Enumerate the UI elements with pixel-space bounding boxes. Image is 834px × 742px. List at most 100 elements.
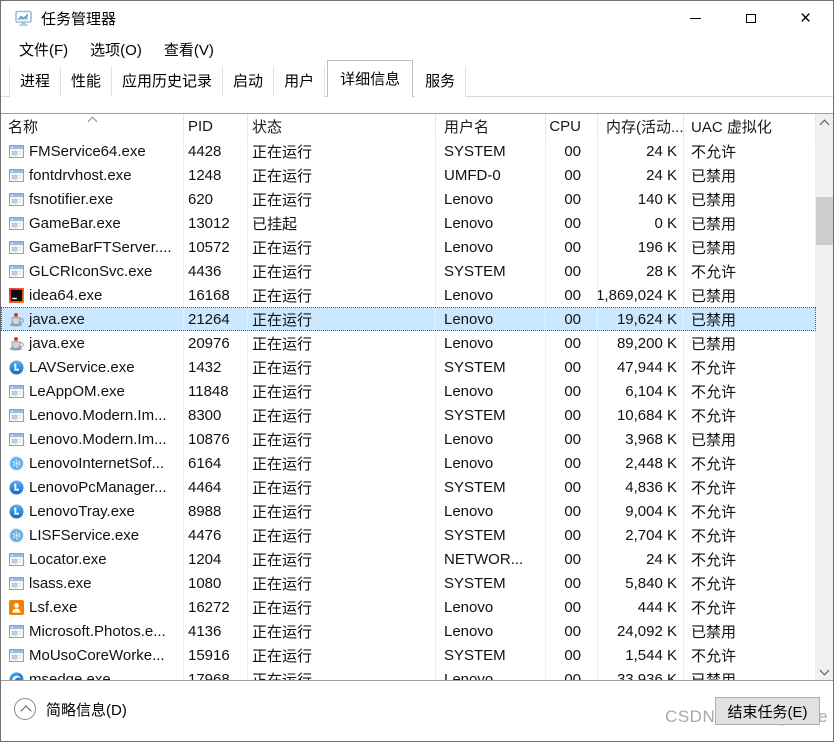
cell-cpu: 00 <box>546 619 598 643</box>
column-header-cpu[interactable]: CPU <box>546 114 598 139</box>
cell-status: 正在运行 <box>248 571 436 595</box>
cell-mem: 33,936 K <box>598 667 684 681</box>
cell-uac: 已禁用 <box>684 619 816 643</box>
cell-status: 正在运行 <box>248 595 436 619</box>
tab-3[interactable]: 启动 <box>223 66 274 97</box>
cell-mem: 444 K <box>598 595 684 619</box>
tab-0[interactable]: 进程 <box>9 66 61 97</box>
cell-cpu: 00 <box>546 283 598 307</box>
table-row[interactable]: Locator.exe1204正在运行NETWOR...0024 K不允许 <box>1 547 816 571</box>
table-row[interactable]: Lenovo.Modern.Im...8300正在运行SYSTEM0010,68… <box>1 403 816 427</box>
menu-item-2[interactable]: 查看(V) <box>156 36 222 63</box>
lenovo-l-icon <box>8 480 24 495</box>
table-row[interactable]: LISFService.exe4476正在运行SYSTEM002,704 K不允… <box>1 523 816 547</box>
cell-name: FMService64.exe <box>1 139 184 163</box>
cell-name: java.exe <box>1 331 184 355</box>
app-window-icon <box>8 217 24 230</box>
close-button[interactable]: × <box>778 1 833 35</box>
table-body: FMService64.exe4428正在运行SYSTEM0024 K不允许fo… <box>1 139 833 681</box>
cell-cpu: 00 <box>546 595 598 619</box>
cell-cpu: 00 <box>546 571 598 595</box>
cell-mem: 24 K <box>598 163 684 187</box>
scrollbar-thumb[interactable] <box>816 197 833 245</box>
table-row[interactable]: LenovoPcManager...4464正在运行SYSTEM004,836 … <box>1 475 816 499</box>
table-row[interactable]: fontdrvhost.exe1248正在运行UMFD-00024 K已禁用 <box>1 163 816 187</box>
table-row[interactable]: LenovoInternetSof...6164正在运行Lenovo002,44… <box>1 451 816 475</box>
table-row[interactable]: Lsf.exe16272正在运行Lenovo00444 K不允许 <box>1 595 816 619</box>
cell-mem: 19,624 K <box>598 307 684 331</box>
app-window-icon <box>8 409 24 422</box>
task-manager-icon <box>15 10 32 27</box>
table-row[interactable]: java.exe20976正在运行Lenovo0089,200 K已禁用 <box>1 331 816 355</box>
cell-cpu: 00 <box>546 667 598 681</box>
tab-6[interactable]: 服务 <box>415 66 466 97</box>
process-name: LISFService.exe <box>29 527 139 544</box>
column-header-pid[interactable]: PID <box>184 114 248 139</box>
table-row[interactable]: fsnotifier.exe620正在运行Lenovo00140 K已禁用 <box>1 187 816 211</box>
scroll-up-icon[interactable] <box>816 114 833 131</box>
cell-uac: 不允许 <box>684 403 816 427</box>
cell-user: Lenovo <box>436 427 546 451</box>
cell-pid: 8988 <box>184 499 248 523</box>
process-name: idea64.exe <box>29 287 102 304</box>
menu-item-0[interactable]: 文件(F) <box>11 36 76 63</box>
table-row[interactable]: idea64.exe16168正在运行Lenovo001,869,024 K已禁… <box>1 283 816 307</box>
cell-name: msedge.exe <box>1 667 184 681</box>
cell-pid: 16168 <box>184 283 248 307</box>
maximize-icon <box>746 14 756 23</box>
table-row[interactable]: LAVService.exe1432正在运行SYSTEM0047,944 K不允… <box>1 355 816 379</box>
cell-user: Lenovo <box>436 619 546 643</box>
column-header-mem[interactable]: 内存(活动... <box>598 114 684 139</box>
fewer-details-toggle[interactable]: 简略信息(D) <box>14 698 127 720</box>
cell-status: 正在运行 <box>248 139 436 163</box>
table-row-selected[interactable]: java.exe21264正在运行Lenovo0019,624 K已禁用 <box>1 307 816 331</box>
cell-mem: 47,944 K <box>598 355 684 379</box>
cell-cpu: 00 <box>546 403 598 427</box>
table-row[interactable]: Microsoft.Photos.e...4136正在运行Lenovo0024,… <box>1 619 816 643</box>
cell-uac: 不允许 <box>684 451 816 475</box>
cell-user: Lenovo <box>436 211 546 235</box>
table-row[interactable]: MoUsoCoreWorke...15916正在运行SYSTEM001,544 … <box>1 643 816 667</box>
cell-pid: 4436 <box>184 259 248 283</box>
scroll-down-icon[interactable] <box>816 663 833 680</box>
tab-4[interactable]: 用户 <box>274 66 325 97</box>
cell-cpu: 00 <box>546 475 598 499</box>
cell-status: 正在运行 <box>248 355 436 379</box>
tab-5-active[interactable]: 详细信息 <box>327 60 413 97</box>
tab-2[interactable]: 应用历史记录 <box>112 66 223 97</box>
cell-name: LenovoInternetSof... <box>1 451 184 475</box>
table-row[interactable]: GameBarFTServer....10572正在运行Lenovo00196 … <box>1 235 816 259</box>
app-window-icon <box>8 433 24 446</box>
table-row[interactable]: msedge.exe17968正在运行Lenovo0033,936 K已禁用 <box>1 667 816 681</box>
vertical-scrollbar[interactable] <box>816 114 833 680</box>
cell-uac: 已禁用 <box>684 211 816 235</box>
cell-status: 正在运行 <box>248 427 436 451</box>
cell-user: Lenovo <box>436 331 546 355</box>
column-header-status[interactable]: 状态 <box>248 114 436 139</box>
table-row[interactable]: Lenovo.Modern.Im...10876正在运行Lenovo003,96… <box>1 427 816 451</box>
table-row[interactable]: GLCRIconSvc.exe4436正在运行SYSTEM0028 K不允许 <box>1 259 816 283</box>
column-header-uac[interactable]: UAC 虚拟化 <box>684 114 816 139</box>
cell-status: 正在运行 <box>248 403 436 427</box>
process-name: msedge.exe <box>29 671 111 682</box>
cell-user: Lenovo <box>436 499 546 523</box>
table-row[interactable]: LenovoTray.exe8988正在运行Lenovo009,004 K不允许 <box>1 499 816 523</box>
process-name: Locator.exe <box>29 551 107 568</box>
maximize-button[interactable] <box>723 1 778 35</box>
minimize-button[interactable] <box>668 1 723 35</box>
cell-user: Lenovo <box>436 451 546 475</box>
app-window-icon <box>8 241 24 254</box>
tab-1[interactable]: 性能 <box>61 66 112 97</box>
end-task-button[interactable]: 结束任务(E) <box>715 697 820 725</box>
table-row[interactable]: GameBar.exe13012已挂起Lenovo000 K已禁用 <box>1 211 816 235</box>
table-row[interactable]: lsass.exe1080正在运行SYSTEM005,840 K不允许 <box>1 571 816 595</box>
table-row[interactable]: LeAppOM.exe11848正在运行Lenovo006,104 K不允许 <box>1 379 816 403</box>
cell-user: SYSTEM <box>436 475 546 499</box>
cell-mem: 89,200 K <box>598 331 684 355</box>
cell-uac: 已禁用 <box>684 163 816 187</box>
table-row[interactable]: FMService64.exe4428正在运行SYSTEM0024 K不允许 <box>1 139 816 163</box>
cell-cpu: 00 <box>546 187 598 211</box>
menu-item-1[interactable]: 选项(O) <box>82 36 150 63</box>
window-controls: × <box>668 1 833 35</box>
column-header-user[interactable]: 用户名 <box>436 114 546 139</box>
